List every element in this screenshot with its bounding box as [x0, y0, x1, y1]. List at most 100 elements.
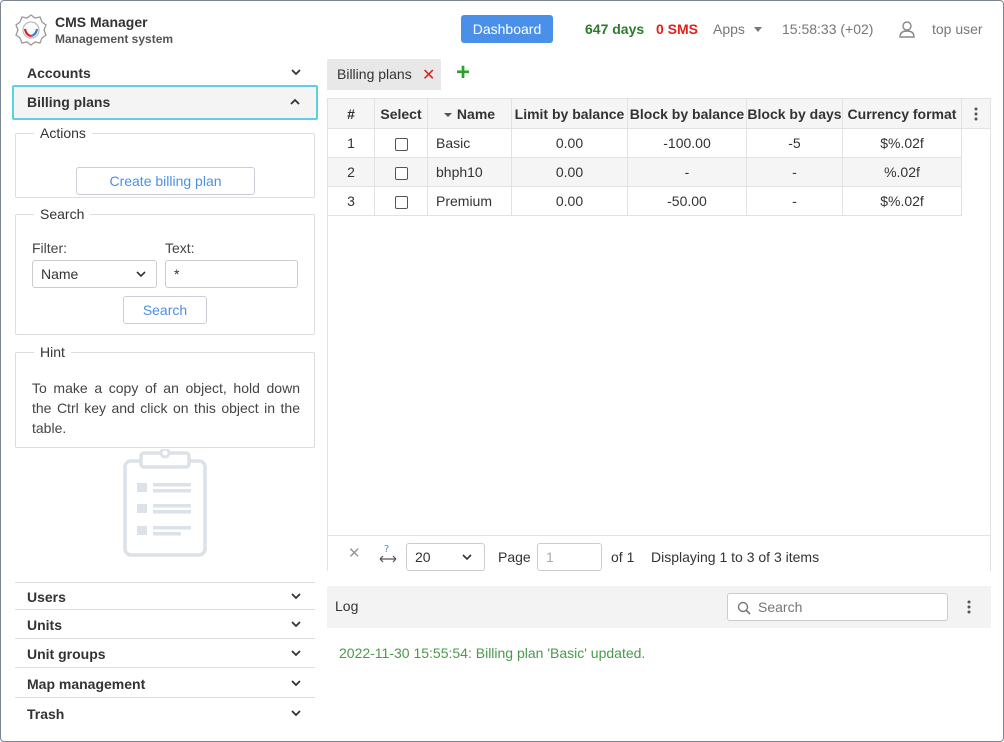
cell-name: Premium	[428, 187, 512, 215]
table-row[interactable]: 2 bhph10 0.00 - - %.02f	[328, 158, 962, 187]
cell-limit-by-balance: 0.00	[512, 158, 628, 186]
chevron-down-icon	[291, 621, 301, 628]
col-header-number[interactable]: #	[328, 99, 375, 129]
close-tab-icon[interactable]: ✕	[422, 65, 435, 85]
hint-panel: Hint To make a copy of an object, hold d…	[15, 344, 315, 448]
days-counter[interactable]: 647 days	[585, 21, 644, 37]
add-tab-icon[interactable]: +	[456, 59, 470, 87]
actions-legend: Actions	[40, 125, 86, 141]
cell-number: 1	[328, 129, 375, 157]
sidebar-item-label: Unit groups	[27, 646, 106, 662]
log-entry: 2022-11-30 15:55:54: Billing plan 'Basic…	[339, 645, 646, 661]
hint-legend: Hint	[40, 344, 65, 360]
chevron-down-icon	[291, 710, 301, 717]
page-size-select[interactable]: 20	[406, 543, 485, 571]
sidebar: Accounts Billing plans Actions Create bi…	[1, 59, 325, 741]
cell-limit-by-balance: 0.00	[512, 187, 628, 215]
table-header: # Select Name Limit by balance Block by …	[328, 99, 990, 129]
cell-block-by-balance: -50.00	[628, 187, 747, 215]
sidebar-item-label: Accounts	[27, 65, 91, 81]
fit-columns-icon[interactable]: ?	[378, 542, 398, 564]
chevron-down-icon	[291, 593, 301, 600]
sidebar-item-label: Trash	[27, 706, 65, 722]
sidebar-item-label: Users	[27, 589, 66, 605]
row-checkbox[interactable]	[394, 195, 408, 209]
col-header-name[interactable]: Name	[428, 99, 512, 129]
sms-counter[interactable]: 0 SMS	[656, 21, 698, 37]
chevron-down-icon	[291, 650, 301, 657]
actions-panel: Actions Create billing plan	[15, 125, 315, 198]
dashboard-button[interactable]: Dashboard	[461, 15, 553, 43]
col-header-block-by-balance[interactable]: Block by balance	[628, 99, 747, 129]
log-search-input[interactable]	[758, 597, 943, 617]
user-name[interactable]: top user	[932, 21, 983, 37]
sidebar-item-trash[interactable]: Trash	[15, 700, 315, 728]
sidebar-item-map-management[interactable]: Map management	[15, 670, 315, 698]
clear-filter-icon[interactable]: ✕	[348, 544, 361, 562]
page-count: of 1	[611, 549, 635, 565]
filter-select-value: Name	[41, 266, 79, 282]
sidebar-item-label: Billing plans	[27, 94, 111, 110]
hint-text: To make a copy of an object, hold down t…	[32, 380, 300, 436]
col-header-block-by-days[interactable]: Block by days	[747, 99, 843, 129]
log-menu-icon[interactable]	[967, 600, 971, 614]
page-size-value: 20	[415, 549, 431, 565]
col-header-name-label: Name	[456, 106, 496, 122]
chevron-down-icon	[291, 69, 301, 76]
page-number-input[interactable]	[537, 543, 602, 571]
cell-select	[375, 129, 428, 157]
log-title: Log	[335, 598, 359, 614]
cell-block-by-days: -5	[747, 129, 843, 157]
tab-billing-plans[interactable]: Billing plans ✕	[327, 59, 441, 90]
chevron-down-icon	[462, 554, 472, 561]
tab-label: Billing plans	[337, 66, 412, 82]
user-icon[interactable]	[898, 20, 916, 38]
sidebar-item-label: Units	[27, 617, 62, 633]
sidebar-item-label: Map management	[27, 676, 146, 692]
column-menu-icon[interactable]	[974, 107, 978, 121]
chevron-down-icon	[291, 680, 301, 687]
col-header-limit-by-balance[interactable]: Limit by balance	[512, 99, 628, 129]
sidebar-item-unit-groups[interactable]: Unit groups	[15, 640, 315, 668]
create-billing-plan-button[interactable]: Create billing plan	[76, 167, 255, 195]
apps-menu[interactable]: Apps	[713, 21, 745, 37]
row-checkbox[interactable]	[394, 137, 408, 151]
cell-block-by-balance: -	[628, 158, 747, 186]
search-text-input[interactable]	[165, 260, 298, 288]
filter-select[interactable]: Name	[32, 260, 157, 288]
clock: 15:58:33 (+02)	[782, 21, 874, 37]
cell-block-by-balance: -100.00	[628, 129, 747, 157]
table-row[interactable]: 1 Basic 0.00 -100.00 -5 $%.02f	[328, 129, 962, 158]
cell-number: 2	[328, 158, 375, 186]
app-window: CMS Manager Management system Dashboard …	[0, 0, 1004, 742]
sidebar-item-accounts[interactable]: Accounts	[15, 59, 315, 87]
sidebar-item-units[interactable]: Units	[15, 611, 315, 639]
row-checkbox[interactable]	[394, 166, 408, 180]
apps-caret-icon[interactable]	[754, 27, 762, 32]
billing-plans-table: # Select Name Limit by balance Block by …	[327, 98, 991, 572]
top-header: CMS Manager Management system Dashboard …	[1, 1, 1003, 59]
page-label: Page	[498, 549, 531, 565]
search-icon	[737, 601, 751, 615]
fit-question-glyph: ?	[384, 544, 389, 555]
col-header-select[interactable]: Select	[375, 99, 428, 129]
cms-logo-icon	[15, 14, 47, 46]
cell-block-by-days: -	[747, 187, 843, 215]
displaying-summary: Displaying 1 to 3 of 3 items	[651, 549, 820, 565]
cell-name: bhph10	[428, 158, 512, 186]
cell-name: Basic	[428, 129, 512, 157]
log-toolbar: Log	[327, 586, 991, 628]
cell-block-by-days: -	[747, 158, 843, 186]
sidebar-item-billing-plans[interactable]: Billing plans	[12, 85, 318, 120]
chevron-down-icon	[136, 271, 146, 278]
table-row[interactable]: 3 Premium 0.00 -50.00 - $%.02f	[328, 187, 962, 216]
app-title: CMS Manager	[55, 14, 148, 30]
col-header-currency-format[interactable]: Currency format	[843, 99, 962, 129]
search-button[interactable]: Search	[123, 296, 207, 324]
sidebar-item-users[interactable]: Users	[15, 582, 315, 610]
cell-select	[375, 187, 428, 215]
chevron-up-icon	[290, 98, 300, 105]
cell-number: 3	[328, 187, 375, 215]
search-legend: Search	[40, 206, 85, 222]
log-search-box[interactable]	[727, 593, 948, 621]
